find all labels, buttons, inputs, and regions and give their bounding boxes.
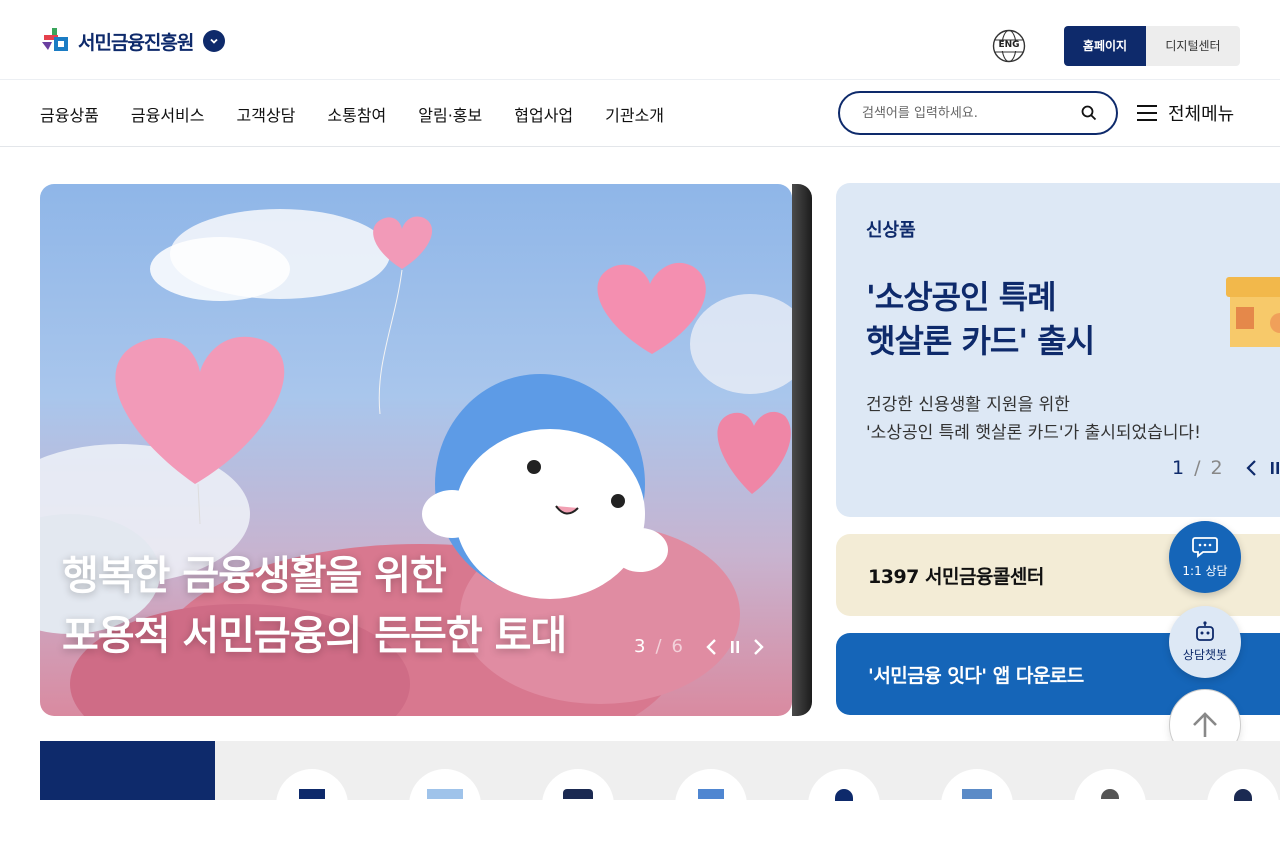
one-on-one-chat-button[interactable]: 1:1 상담 xyxy=(1169,521,1241,593)
new-product-desc-line1: 건강한 신용생활 지원을 위한 xyxy=(866,395,1070,415)
new-product-desc-line2: '소상공인 특례 햇살론 카드'가 출시되었습니다! xyxy=(866,423,1201,443)
top-header: 서민금융진흥원 ENG 홈페이지 디지털센터 xyxy=(0,0,1280,80)
nav-item-cooperation[interactable]: 협업사업 xyxy=(514,102,573,126)
chevron-left-icon[interactable] xyxy=(705,638,719,656)
location-pin-icon xyxy=(835,789,853,801)
all-menu-button[interactable]: 전체메뉴 xyxy=(1136,100,1234,126)
pin-icon xyxy=(1234,789,1252,801)
hero-caption-line2: 포용적 서민금융의 든든한 토대 xyxy=(62,613,567,659)
site-switcher: 홈페이지 디지털센터 xyxy=(1064,26,1240,66)
new-product-total-pages: 2 xyxy=(1210,457,1223,479)
digital-center-tab[interactable]: 디지털센터 xyxy=(1146,26,1240,66)
search-icon[interactable] xyxy=(1080,104,1098,122)
new-product-page-sep: / xyxy=(1194,457,1201,479)
hero-banner[interactable]: 행복한 금융생활을 위한 포용적 서민금융의 든든한 토대 3 / 6 xyxy=(40,184,792,716)
nav-item-about[interactable]: 기관소개 xyxy=(605,102,664,126)
chevron-left-icon[interactable] xyxy=(1245,459,1259,477)
chatbot-label: 상담챗봇 xyxy=(1182,648,1228,662)
hero-page-sep: / xyxy=(655,636,662,657)
search-input[interactable] xyxy=(862,103,1072,123)
chat-bubble-icon xyxy=(1192,536,1218,558)
quick-menu-item[interactable] xyxy=(941,769,1013,841)
chevron-right-icon[interactable] xyxy=(751,638,765,656)
new-product-description: 건강한 신용생활 지원을 위한 '소상공인 특례 햇살론 카드'가 출시되었습니… xyxy=(866,391,1201,447)
search-box xyxy=(838,91,1118,135)
quick-menu-strip xyxy=(40,741,1280,841)
quick-menu-item[interactable] xyxy=(675,769,747,841)
pause-icon[interactable] xyxy=(729,640,741,654)
quick-menu-icons xyxy=(276,769,1279,841)
hero-next-slide-peek xyxy=(792,184,812,716)
robot-icon xyxy=(1196,621,1214,641)
english-site-button[interactable]: ENG xyxy=(992,29,1026,63)
main-nav: 금융상품 금융서비스 고객상담 소통참여 알림·홍보 협업사업 기관소개 전체메… xyxy=(0,80,1280,147)
image-icon xyxy=(427,789,463,799)
quick-menu-item[interactable] xyxy=(409,769,481,841)
hero-pager: 3 / 6 xyxy=(634,636,765,657)
chevron-down-icon xyxy=(210,38,219,44)
quick-menu-item[interactable] xyxy=(276,769,348,841)
new-product-pager: 1 / 2 xyxy=(1172,457,1280,479)
homepage-tab[interactable]: 홈페이지 xyxy=(1064,26,1146,66)
logo-mark-icon xyxy=(42,28,68,51)
hamburger-icon xyxy=(1137,105,1157,121)
family-site-toggle[interactable] xyxy=(203,30,226,52)
call-center-label: 1397 서민금융콜센터 xyxy=(868,566,1044,588)
new-product-title-line2: 햇살론 카드' 출시 xyxy=(866,322,1095,360)
all-menu-label: 전체메뉴 xyxy=(1168,104,1235,125)
app-download-label: '서민금융 잇다' 앱 다운로드 xyxy=(868,665,1084,687)
nav-item-services[interactable]: 금융서비스 xyxy=(131,102,205,126)
quick-menu-item[interactable] xyxy=(542,769,614,841)
quick-menu-header xyxy=(40,741,215,800)
lang-label: ENG xyxy=(998,40,1020,50)
chatbot-button[interactable]: 상담챗봇 xyxy=(1169,606,1241,678)
new-product-title-line1: '소상공인 특례 xyxy=(866,278,1057,316)
new-product-title: '소상공인 특례 햇살론 카드' 출시 xyxy=(866,275,1095,363)
quick-menu-item[interactable] xyxy=(1207,769,1279,841)
nav-item-products[interactable]: 금융상품 xyxy=(40,102,99,126)
document-icon xyxy=(698,789,724,799)
logo-text: 서민금융진흥원 xyxy=(78,31,194,54)
chat-label: 1:1 상담 xyxy=(1182,563,1228,578)
quick-menu-item[interactable] xyxy=(1074,769,1146,841)
shop-illustration-icon xyxy=(1226,277,1280,347)
nav-item-news[interactable]: 알림·홍보 xyxy=(418,102,482,126)
nav-item-consult[interactable]: 고객상담 xyxy=(237,102,296,126)
arrow-up-icon xyxy=(1193,712,1217,737)
graduation-cap-icon xyxy=(563,789,593,799)
quick-menu-item[interactable] xyxy=(808,769,880,841)
hero-caption: 행복한 금융생활을 위한 포용적 서민금융의 든든한 토대 xyxy=(62,546,567,666)
gnb-menu: 금융상품 금융서비스 고객상담 소통참여 알림·홍보 협업사업 기관소개 xyxy=(40,102,696,126)
grid-icon xyxy=(299,789,325,799)
site-logo[interactable]: 서민금융진흥원 xyxy=(40,26,226,56)
hero-total-pages: 6 xyxy=(671,636,683,657)
hero-current-page: 3 xyxy=(634,636,646,657)
new-product-card[interactable]: 신상품 '소상공인 특례 햇살론 카드' 출시 건강한 신용생활 지원을 위한 … xyxy=(836,183,1280,517)
new-product-current-page: 1 xyxy=(1172,457,1185,479)
person-icon xyxy=(1101,789,1119,799)
new-product-tag: 신상품 xyxy=(866,220,916,241)
pause-icon[interactable] xyxy=(1269,461,1280,475)
briefcase-icon xyxy=(962,789,992,799)
hero-caption-line1: 행복한 금융생활을 위한 xyxy=(62,553,447,599)
nav-item-communication[interactable]: 소통참여 xyxy=(327,102,386,126)
